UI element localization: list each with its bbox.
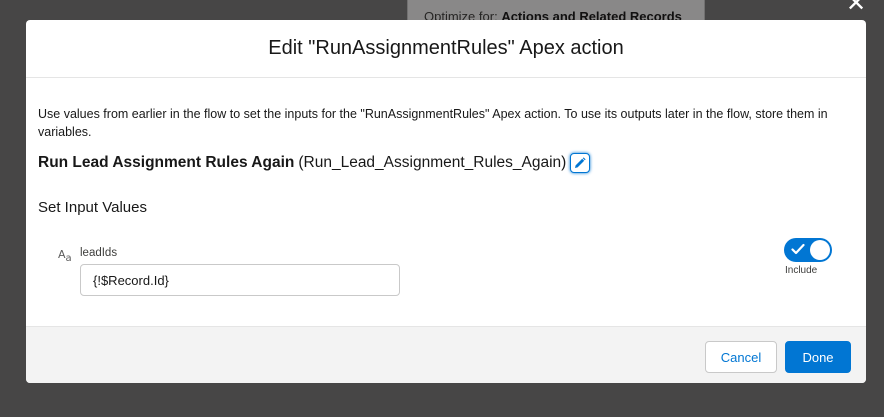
edit-apex-action-modal: Edit "RunAssignmentRules" Apex action Us…: [26, 20, 866, 383]
action-api-name: (Run_Lead_Assignment_Rules_Again): [298, 154, 567, 171]
checkmark-icon: [791, 243, 805, 255]
include-label: Include: [785, 265, 818, 276]
text-type-icon: Aa: [58, 248, 72, 265]
done-button[interactable]: Done: [785, 341, 851, 373]
field-label-leadids: leadIds: [80, 247, 118, 259]
modal-description: Use values from earlier in the flow to s…: [38, 107, 828, 139]
include-toggle[interactable]: [784, 238, 832, 262]
action-label: Run Lead Assignment Rules Again: [38, 154, 295, 171]
modal-header: Edit "RunAssignmentRules" Apex action: [26, 20, 866, 78]
modal-footer: Cancel Done: [26, 326, 866, 383]
set-input-values-heading: Set Input Values: [38, 199, 147, 216]
modal-body: Use values from earlier in the flow to s…: [26, 78, 866, 326]
leadids-input[interactable]: [80, 264, 400, 296]
cancel-button[interactable]: Cancel: [705, 341, 777, 373]
include-toggle-group: Include: [784, 238, 844, 276]
toggle-knob: [810, 240, 830, 260]
action-name-line: Run Lead Assignment Rules Again (Run_Lea…: [38, 153, 854, 173]
close-icon[interactable]: ✕: [842, 0, 870, 18]
edit-action-button[interactable]: [570, 153, 591, 173]
pencil-icon: [575, 157, 586, 168]
modal-title: Edit "RunAssignmentRules" Apex action: [268, 37, 624, 59]
